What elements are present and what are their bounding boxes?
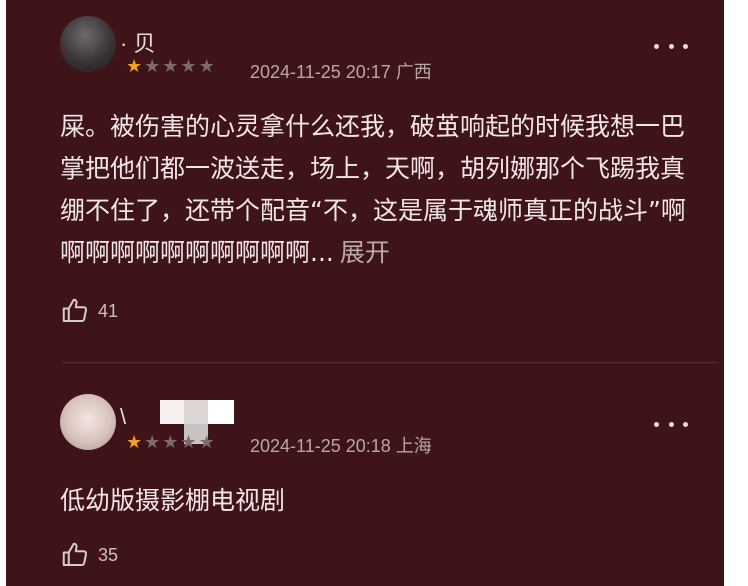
star-empty-icon: ★ <box>144 432 163 453</box>
avatar[interactable] <box>60 16 116 72</box>
star-empty-icon: ★ <box>144 56 163 77</box>
expand-link[interactable]: 展开 <box>340 238 390 267</box>
like-button[interactable]: 41 <box>60 296 118 326</box>
like-count: 35 <box>98 544 119 565</box>
username[interactable]: · 贝 <box>120 26 155 56</box>
thumbs-up-icon <box>62 298 88 322</box>
comment-text: 屎。被伤害的心灵拿什么还我，破茧响起的时候我想一巴掌把他们都一波送走，场上，天啊… <box>60 106 700 274</box>
comment-text: 低幼版摄影棚电视剧 <box>60 480 700 522</box>
comment-date: 2024-11-25 20:17 <box>250 62 391 82</box>
rating-stars: ★★★★★ <box>126 56 217 77</box>
username[interactable]: \ <box>120 404 126 429</box>
like-button[interactable]: 35 <box>60 540 118 570</box>
star-filled-icon: ★ <box>126 56 145 77</box>
thumbs-up-icon <box>62 542 88 566</box>
star-empty-icon: ★ <box>180 432 199 453</box>
more-dots-icon[interactable] <box>654 416 688 432</box>
divider <box>62 362 718 363</box>
mosaic-block <box>208 400 234 424</box>
comment-body: 低幼版摄影棚电视剧 <box>60 486 286 515</box>
star-empty-icon: ★ <box>198 56 217 77</box>
comment-location: 上海 <box>395 436 432 456</box>
star-filled-icon: ★ <box>126 432 145 453</box>
comment-meta: 2024-11-25 20:18 上海 <box>250 432 432 458</box>
comment-card: \ ★★★★★ 2024-11-25 20:18 上海 低幼版摄影棚电视剧 35 <box>6 364 724 586</box>
avatar[interactable] <box>60 394 116 450</box>
star-empty-icon: ★ <box>162 56 181 77</box>
star-empty-icon: ★ <box>198 432 217 453</box>
mosaic-block <box>160 400 184 424</box>
mosaic-block <box>184 400 208 424</box>
comments-panel: · 贝 ★★★★★ 2024-11-25 20:17 广西 屎。被伤害的心灵拿什… <box>6 0 724 586</box>
like-count: 41 <box>98 300 119 321</box>
comment-meta: 2024-11-25 20:17 广西 <box>250 58 432 84</box>
comment-card: · 贝 ★★★★★ 2024-11-25 20:17 广西 屎。被伤害的心灵拿什… <box>6 0 724 362</box>
more-dots-icon[interactable] <box>654 38 688 54</box>
star-empty-icon: ★ <box>162 432 181 453</box>
comment-location: 广西 <box>395 62 432 82</box>
comment-date: 2024-11-25 20:18 <box>250 436 391 456</box>
star-empty-icon: ★ <box>180 56 199 77</box>
rating-stars: ★★★★★ <box>126 432 217 453</box>
